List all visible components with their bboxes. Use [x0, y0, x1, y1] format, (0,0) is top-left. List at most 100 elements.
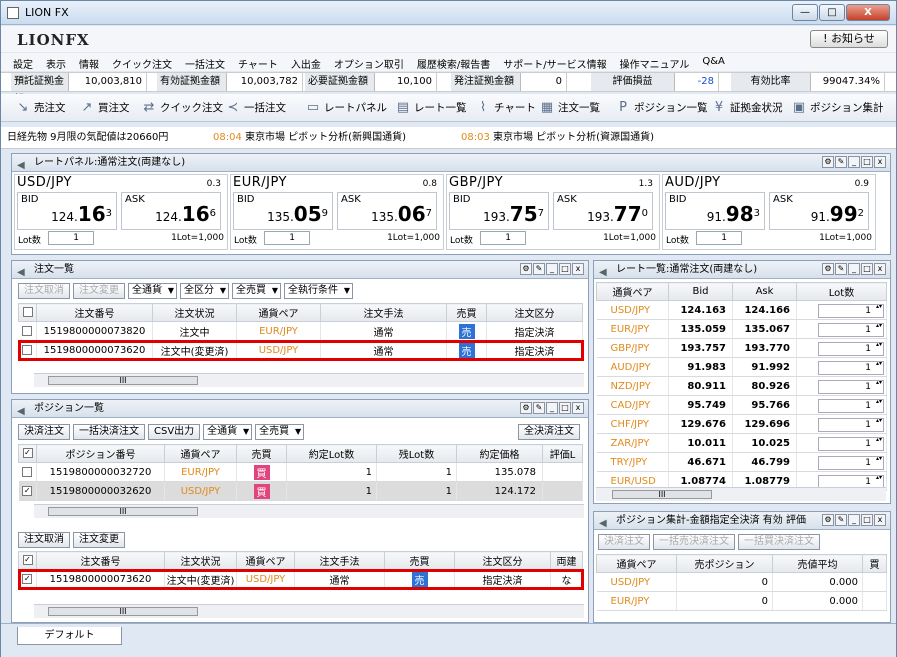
sub-hscrollbar[interactable]: III [34, 604, 584, 618]
header-remaining[interactable]: 残Lot数 [376, 444, 457, 463]
currency-filter[interactable]: 全通貨 [128, 283, 177, 299]
rate-list-row[interactable]: TRY/JPY 46.671 46.799 1 [596, 452, 887, 472]
quick-order-button[interactable]: ⇄ クイック注文 [141, 100, 223, 115]
table-row-selected[interactable]: ✓ 1519800000032620 USD/JPY 買 1 1 124.172 [18, 481, 583, 501]
sub-modify-order-button[interactable]: 注文変更 [73, 532, 125, 548]
menu-history[interactable]: 履歴検索/報告書 [417, 53, 497, 71]
position-list-button[interactable]: P ポジション一覧 [615, 100, 707, 115]
restore-icon[interactable]: □ [861, 514, 873, 526]
menu-deposit[interactable]: 入出金 [291, 53, 328, 71]
minimize-icon[interactable]: _ [546, 402, 558, 414]
menu-qa[interactable]: Q&A [702, 53, 732, 71]
close-icon[interactable]: x [572, 263, 584, 275]
ask-button[interactable]: ASK 193.770 [553, 192, 653, 230]
settings-icon[interactable]: ⚙ [520, 402, 532, 414]
restore-icon[interactable]: □ [559, 402, 571, 414]
header-order-no[interactable]: 注文番号 [36, 303, 153, 322]
header-pair[interactable]: 通貨ペア [164, 444, 237, 463]
select-all-checkbox[interactable]: ✓ [22, 448, 33, 458]
row-checkbox[interactable]: ✓ [22, 485, 33, 496]
header-price[interactable]: 約定価格 [456, 444, 543, 463]
kind-filter[interactable]: 全区分 [180, 283, 229, 299]
sub-cancel-order-button[interactable]: 注文取消 [18, 532, 70, 548]
rate-list-button[interactable]: ▤ レート一覧 [395, 100, 467, 115]
bid-button[interactable]: BID 91.983 [665, 192, 765, 230]
rate-list-row[interactable]: CHF/JPY 129.676 129.696 1 [596, 414, 887, 434]
pin-icon[interactable]: ✎ [533, 263, 545, 275]
lot-stepper[interactable]: 1 [818, 323, 884, 337]
rate-list-hscrollbar[interactable]: III [596, 487, 886, 501]
notice-button[interactable]: ! お知らせ [810, 30, 888, 48]
lot-input[interactable]: 1 [264, 231, 310, 245]
menu-chart[interactable]: チャート [238, 53, 285, 71]
ask-button[interactable]: ASK 124.166 [121, 192, 221, 230]
margin-status-button[interactable]: ¥ 証拠金状況 [711, 100, 783, 115]
settings-icon[interactable]: ⚙ [822, 263, 834, 275]
order-list-button[interactable]: ▦ 注文一覧 [539, 100, 600, 115]
header-position-no[interactable]: ポジション番号 [36, 444, 165, 463]
rate-panel-button[interactable]: ▭ レートパネル [305, 100, 387, 115]
pin-icon[interactable]: ✎ [835, 263, 847, 275]
bid-button[interactable]: BID 135.059 [233, 192, 333, 230]
minimize-icon[interactable]: _ [848, 156, 860, 168]
rate-list-row[interactable]: ZAR/JPY 10.011 10.025 1 [596, 433, 887, 453]
csv-export-button[interactable]: CSV出力 [148, 424, 201, 440]
table-row-highlighted[interactable]: 1519800000073620 注文中(変更済) USD/JPY 通常 売 指… [17, 339, 584, 361]
rate-list-row[interactable]: NZD/JPY 80.911 80.926 1 [596, 376, 887, 396]
header-status[interactable]: 注文状況 [152, 303, 237, 322]
header-side[interactable]: 売買 [236, 444, 287, 463]
table-row[interactable]: 1519800000032720 EUR/JPY 買 1 1 135.078 [18, 462, 583, 482]
settle-all-button[interactable]: 全決済注文 [518, 424, 580, 440]
currency-filter[interactable]: 全通貨 [203, 424, 253, 440]
bulk-settle-button[interactable]: 一括決済注文 [73, 424, 145, 440]
ticker-text-3[interactable]: 東京市場 ピボット分析(資源国通貨) [493, 127, 654, 149]
condition-filter[interactable]: 全執行条件 [284, 283, 353, 299]
close-icon[interactable]: x [874, 156, 886, 168]
cancel-order-button[interactable]: 注文取消 [18, 283, 70, 299]
lot-input[interactable]: 1 [48, 231, 94, 245]
settle-order-button[interactable]: 決済注文 [18, 424, 70, 440]
maximize-button[interactable]: □ [819, 4, 845, 21]
minimize-icon[interactable]: _ [546, 263, 558, 275]
menu-view[interactable]: 表示 [46, 53, 73, 71]
menu-quick-order[interactable]: クイック注文 [112, 53, 179, 71]
row-checkbox[interactable] [22, 344, 33, 355]
header-lot[interactable]: 約定Lot数 [286, 444, 377, 463]
lot-stepper[interactable]: 1 [818, 418, 884, 432]
rate-list-row[interactable]: EUR/JPY 135.059 135.067 1 [596, 319, 887, 339]
bulk-sell-settle-button[interactable]: 一括売決済注文 [653, 534, 735, 550]
close-icon[interactable]: x [874, 263, 886, 275]
lot-stepper[interactable]: 1 [818, 304, 884, 318]
table-row[interactable]: EUR/JPY 0 0.000 [596, 591, 887, 611]
row-checkbox[interactable] [22, 466, 33, 477]
side-filter[interactable]: 全売買 [255, 424, 305, 440]
restore-icon[interactable]: □ [559, 263, 571, 275]
minimize-icon[interactable]: _ [848, 514, 860, 526]
news-ticker[interactable]: 日経先物 9月限の気配値は20660円 08:04 東京市場 ピボット分析(新興… [1, 127, 896, 149]
close-icon[interactable]: x [874, 514, 886, 526]
menu-bulk-order[interactable]: 一括注文 [185, 53, 232, 71]
table-row[interactable]: 1519800000073820 注文中 EUR/JPY 通常 売 指定決済 [18, 321, 583, 341]
ask-button[interactable]: ASK 135.067 [337, 192, 437, 230]
lot-stepper[interactable]: 1 [818, 342, 884, 356]
ticker-text-2[interactable]: 東京市場 ピボット分析(新興国通貨) [245, 127, 406, 149]
header-eval[interactable]: 評価L [542, 444, 583, 463]
lot-stepper[interactable]: 1 [818, 399, 884, 413]
rate-list-row[interactable]: GBP/JPY 193.757 193.770 1 [596, 338, 887, 358]
lot-stepper[interactable]: 1 [818, 361, 884, 375]
restore-icon[interactable]: □ [861, 156, 873, 168]
minimize-button[interactable]: — [792, 4, 818, 21]
close-icon[interactable]: x [572, 402, 584, 414]
bid-button[interactable]: BID 193.757 [449, 192, 549, 230]
row-checkbox[interactable]: ✓ [22, 573, 33, 584]
table-row[interactable]: USD/JPY 0 0.000 [596, 572, 887, 592]
header-side[interactable]: 売買 [446, 303, 487, 322]
order-hscrollbar[interactable]: III [34, 373, 584, 387]
settings-icon[interactable]: ⚙ [520, 263, 532, 275]
table-row-highlighted[interactable]: ✓ 1519800000073620 注文中(変更済) USD/JPY 通常 売… [17, 568, 584, 590]
menu-support[interactable]: サポート/サービス情報 [503, 53, 613, 71]
bid-button[interactable]: BID 124.163 [17, 192, 117, 230]
lot-stepper[interactable]: 1 [818, 437, 884, 451]
menu-options[interactable]: オプション取引 [334, 53, 411, 71]
side-filter[interactable]: 全売買 [232, 283, 281, 299]
